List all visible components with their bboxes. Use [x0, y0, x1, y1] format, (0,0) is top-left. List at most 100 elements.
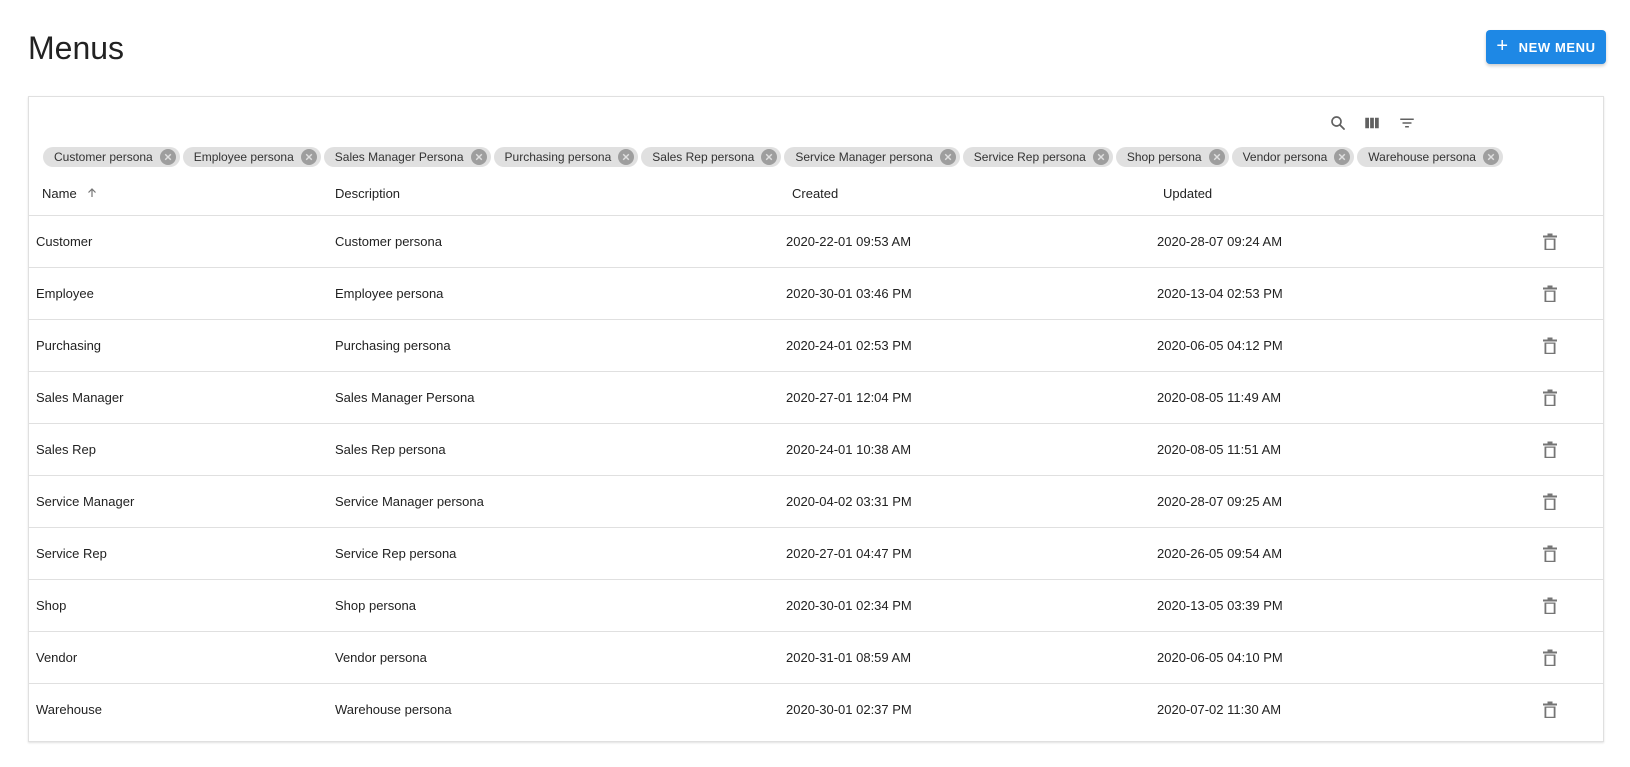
cell-name: Sales Manager: [36, 390, 124, 405]
table-row[interactable]: Service Manager Service Manager persona 20…: [29, 476, 1603, 528]
cell-description: Service Rep persona: [335, 546, 457, 561]
delete-icon[interactable]: [1538, 320, 1562, 371]
cell-updated: 2020-28-07 09:25 AM: [1157, 494, 1283, 509]
filter-chip[interactable]: Employee persona: [182, 147, 321, 167]
filter-chip[interactable]: Shop persona: [1115, 147, 1229, 167]
delete-icon[interactable]: [1538, 580, 1562, 631]
cell-updated: 2020-07-02 11:30 AM: [1157, 702, 1282, 717]
cell-description: Shop persona: [335, 598, 416, 613]
filter-chip-label: Customer persona: [54, 150, 153, 164]
cell-created: 2020-22-01 09:53 AM: [786, 234, 912, 249]
column-header-updated[interactable]: Updated: [1163, 172, 1212, 216]
cell-name: Shop: [36, 598, 67, 613]
remove-chip-icon[interactable]: [159, 149, 176, 165]
table-row[interactable]: Purchasing Purchasing persona 2020-24-01 0…: [29, 320, 1603, 372]
cell-created: 2020-30-01 03:46 PM: [786, 286, 912, 301]
delete-icon[interactable]: [1538, 424, 1562, 475]
cell-name: Service Manager: [36, 494, 135, 509]
cell-description: Vendor persona: [335, 650, 427, 665]
filter-chip-label: Warehouse persona: [1368, 150, 1476, 164]
filter-chip-label: Employee persona: [193, 150, 294, 164]
cell-name: Employee: [36, 286, 94, 301]
cell-updated: 2020-08-05 11:51 AM: [1157, 442, 1282, 457]
cell-created: 2020-27-01 12:04 PM: [786, 390, 912, 405]
new-menu-button[interactable]: + NEW MENU: [1486, 30, 1606, 64]
filter-chip[interactable]: Purchasing persona: [493, 147, 639, 167]
cell-updated: 2020-06-05 04:12 PM: [1157, 338, 1283, 353]
cell-name: Sales Rep: [36, 442, 96, 457]
filter-chip[interactable]: Service Rep persona: [962, 147, 1113, 167]
cell-updated: 2020-08-05 11:49 AM: [1157, 390, 1282, 405]
cell-created: 2020-30-01 02:34 PM: [786, 598, 912, 613]
remove-chip-icon[interactable]: [939, 149, 956, 165]
filter-chip[interactable]: Warehouse persona: [1357, 147, 1503, 167]
cell-description: Employee persona: [335, 286, 444, 301]
cell-name: Warehouse: [36, 702, 102, 717]
cell-name: Customer: [36, 234, 93, 249]
cell-name: Service Rep: [36, 546, 107, 561]
table-row[interactable]: Shop Shop persona 2020-30-01 02:34 PM 2020-…: [29, 580, 1603, 632]
remove-chip-icon[interactable]: [761, 149, 778, 165]
table-header: Name Description Created Updated: [29, 172, 1603, 216]
cell-updated: 2020-26-05 09:54 AM: [1157, 546, 1283, 561]
sort-ascending-icon: [86, 173, 98, 217]
cell-created: 2020-24-01 10:38 AM: [786, 442, 912, 457]
filter-chips: Customer persona Employee persona Sales Ma…: [43, 147, 1503, 167]
filter-chip-label: Service Manager persona: [795, 150, 933, 164]
menus-page: Menus + NEW MENU Customer persona Employe…: [0, 0, 1630, 767]
plus-icon: +: [1496, 35, 1509, 57]
filter-chip-label: Service Rep persona: [973, 150, 1086, 164]
cell-name: Purchasing: [36, 338, 102, 353]
remove-chip-icon[interactable]: [470, 149, 487, 165]
remove-chip-icon[interactable]: [300, 149, 317, 165]
delete-icon[interactable]: [1538, 476, 1562, 527]
filter-chip-label: Shop persona: [1126, 150, 1202, 164]
cell-description: Service Manager persona: [335, 494, 484, 509]
filter-chip-label: Sales Rep persona: [652, 150, 755, 164]
delete-icon[interactable]: [1538, 528, 1562, 579]
delete-icon[interactable]: [1538, 632, 1562, 683]
cell-updated: 2020-28-07 09:24 AM: [1157, 234, 1283, 249]
remove-chip-icon[interactable]: [1334, 149, 1351, 165]
column-header-description[interactable]: Description: [335, 172, 400, 216]
search-icon[interactable]: [1326, 111, 1350, 135]
table-row[interactable]: Customer Customer persona 2020-22-01 09:53…: [29, 216, 1603, 268]
cell-description: Customer persona: [335, 234, 442, 249]
cell-created: 2020-30-01 02:37 PM: [786, 702, 912, 717]
column-header-created[interactable]: Created: [792, 172, 838, 216]
filter-chip[interactable]: Customer persona: [43, 147, 180, 167]
filter-chip[interactable]: Sales Manager Persona: [323, 147, 491, 167]
delete-icon[interactable]: [1538, 216, 1562, 267]
view-column-icon[interactable]: [1360, 111, 1384, 135]
remove-chip-icon[interactable]: [1208, 149, 1225, 165]
table-row[interactable]: Sales Rep Sales Rep persona 2020-24-01 10:…: [29, 424, 1603, 476]
menus-table-card: Customer persona Employee persona Sales Ma…: [28, 96, 1604, 742]
filter-chip-label: Vendor persona: [1242, 150, 1328, 164]
cell-name: Vendor: [36, 650, 78, 665]
cell-created: 2020-27-01 04:47 PM: [786, 546, 912, 561]
page-title: Menus: [28, 30, 125, 66]
filter-chip-label: Sales Manager Persona: [334, 150, 464, 164]
table-row[interactable]: Employee Employee persona 2020-30-01 03:46…: [29, 268, 1603, 320]
cell-created: 2020-04-02 03:31 PM: [786, 494, 912, 509]
remove-chip-icon[interactable]: [1482, 149, 1499, 165]
column-header-name[interactable]: Name: [42, 172, 98, 216]
cell-created: 2020-24-01 02:53 PM: [786, 338, 912, 353]
delete-icon[interactable]: [1538, 268, 1562, 319]
delete-icon[interactable]: [1538, 372, 1562, 423]
table-row[interactable]: Vendor Vendor persona 2020-31-01 08:59 AM 2…: [29, 632, 1603, 684]
delete-icon[interactable]: [1538, 684, 1562, 735]
remove-chip-icon[interactable]: [1092, 149, 1109, 165]
filter-chip[interactable]: Service Manager persona: [784, 147, 960, 167]
filter-chip-label: Purchasing persona: [504, 150, 612, 164]
cell-updated: 2020-06-05 04:10 PM: [1157, 650, 1283, 665]
remove-chip-icon[interactable]: [618, 149, 635, 165]
table-row[interactable]: Warehouse Warehouse persona 2020-30-01 02:…: [29, 684, 1603, 736]
cell-description: Warehouse persona: [335, 702, 452, 717]
filter-chip[interactable]: Vendor persona: [1231, 147, 1355, 167]
cell-description: Purchasing persona: [335, 338, 451, 353]
table-row[interactable]: Service Rep Service Rep persona 2020-27-01…: [29, 528, 1603, 580]
filter-chip[interactable]: Sales Rep persona: [641, 147, 782, 167]
filter-list-icon[interactable]: [1395, 111, 1419, 135]
table-row[interactable]: Sales Manager Sales Manager Persona 2020-2…: [29, 372, 1603, 424]
